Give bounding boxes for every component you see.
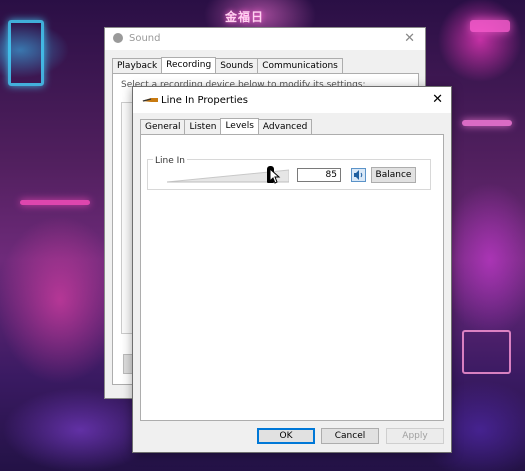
close-icon[interactable]: ✕ <box>404 31 415 46</box>
apply-button[interactable]: Apply <box>386 428 444 444</box>
tab-sounds[interactable]: Sounds <box>215 58 259 73</box>
cancel-button[interactable]: Cancel <box>321 428 379 444</box>
neon-sign-decoration <box>470 20 510 32</box>
tab-advanced[interactable]: Advanced <box>257 119 313 134</box>
tab-playback[interactable]: Playback <box>112 58 163 73</box>
tab-listen[interactable]: Listen <box>184 119 222 134</box>
sound-titlebar[interactable]: Sound ✕ <box>105 28 425 50</box>
neon-sign-decoration <box>8 20 44 86</box>
line-in-group-label: Line In <box>153 156 187 166</box>
slider-thumb[interactable] <box>267 166 274 183</box>
line-in-jack-icon <box>142 98 158 102</box>
dialog-title: Line In Properties <box>161 95 249 106</box>
tab-levels[interactable]: Levels <box>220 118 259 134</box>
neon-sign-decoration <box>462 330 511 374</box>
dialog-titlebar[interactable]: Line In Properties ✕ <box>133 87 451 113</box>
line-in-volume-slider[interactable] <box>167 166 289 184</box>
neon-sign-decoration <box>462 120 512 126</box>
close-icon[interactable]: ✕ <box>432 92 443 107</box>
neon-sign-text: 金福日 <box>225 10 265 24</box>
levels-panel: Line In 85 Balance <box>140 134 444 421</box>
tab-recording[interactable]: Recording <box>161 57 217 73</box>
tab-communications[interactable]: Communications <box>257 58 343 73</box>
line-in-properties-dialog: Line In Properties ✕ General Listen Leve… <box>132 86 452 453</box>
sound-tab-bar: Playback Recording Sounds Communications <box>112 57 343 73</box>
tab-general[interactable]: General <box>140 119 186 134</box>
neon-sign-decoration <box>20 200 90 205</box>
level-value-field[interactable]: 85 <box>297 168 341 182</box>
mute-button[interactable] <box>351 168 366 182</box>
speaker-icon <box>113 33 123 43</box>
balance-button[interactable]: Balance <box>371 167 416 183</box>
speaker-volume-icon <box>354 170 363 180</box>
dialog-tab-bar: General Listen Levels Advanced <box>140 118 313 134</box>
sound-window-title: Sound <box>129 33 161 44</box>
ok-button[interactable]: OK <box>257 428 315 444</box>
